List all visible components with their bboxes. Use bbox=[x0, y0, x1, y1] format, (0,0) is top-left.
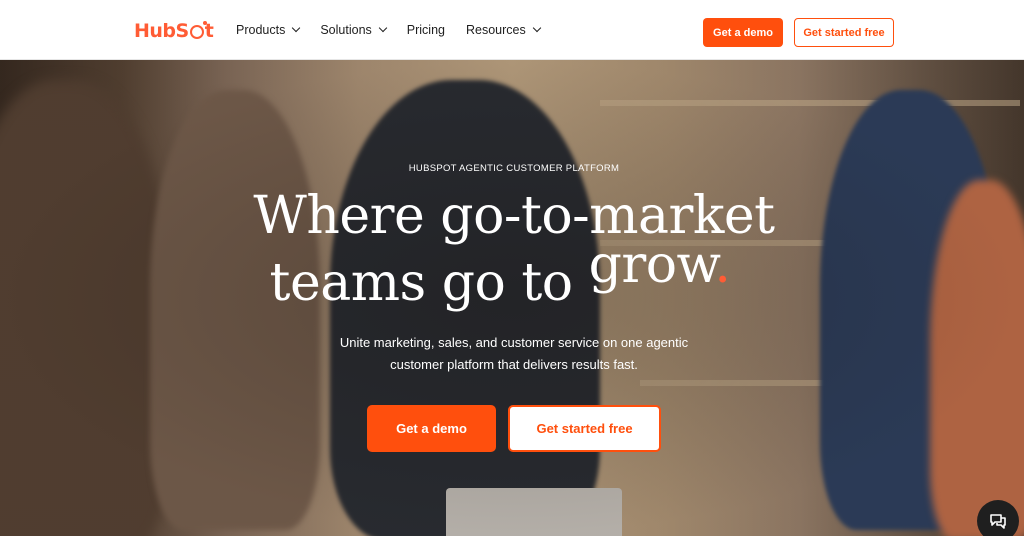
hero-get-demo-button[interactable]: Get a demo bbox=[367, 405, 496, 452]
headline-grow: grow bbox=[588, 235, 715, 295]
menu-label-resources: Resources bbox=[466, 23, 526, 37]
subtitle-line1: Unite marketing, sales, and customer ser… bbox=[339, 335, 689, 350]
hero-section: HUBSPOT AGENTIC CUSTOMER PLATFORM Where … bbox=[0, 60, 1024, 536]
menu-item-pricing[interactable]: Pricing bbox=[407, 23, 445, 37]
chevron-down-icon bbox=[378, 23, 388, 33]
menu-label-pricing: Pricing bbox=[406, 23, 445, 37]
top-navbar: Hub St Products Solutions Pricing Resourc… bbox=[0, 0, 1024, 60]
hubspot-logo[interactable]: Hub St bbox=[134, 19, 214, 43]
headline-text: teams go to bbox=[269, 253, 574, 313]
main-menu: Products Solutions Pricing Resources bbox=[236, 0, 561, 60]
hero-get-started-button[interactable]: Get started free bbox=[508, 405, 661, 452]
nav-get-demo-button[interactable]: Get a demo bbox=[703, 18, 783, 47]
logo-text-s: S bbox=[175, 20, 190, 42]
headline-dot: . bbox=[714, 235, 731, 295]
hero-headline-line2: teams go to grow. bbox=[0, 235, 1000, 314]
subtitle-line2: customer platform that delivers results … bbox=[390, 357, 638, 372]
chevron-down-icon bbox=[292, 23, 301, 33]
menu-label-products: Products bbox=[236, 23, 286, 37]
menu-item-products[interactable]: Products bbox=[236, 23, 301, 37]
chevron-down-icon bbox=[532, 23, 541, 33]
sprocket-icon bbox=[189, 21, 207, 39]
menu-item-solutions[interactable]: Solutions bbox=[320, 23, 388, 37]
hero-eyebrow: HUBSPOT AGENTIC CUSTOMER PLATFORM bbox=[408, 163, 620, 174]
menu-item-resources[interactable]: Resources bbox=[466, 23, 541, 37]
menu-label-solutions: Solutions bbox=[320, 23, 372, 37]
chat-bubble-icon bbox=[990, 514, 1006, 529]
chat-button[interactable] bbox=[977, 500, 1019, 536]
nav-get-started-button[interactable]: Get started free bbox=[794, 18, 894, 47]
hero-subtitle: Unite marketing, sales, and customer ser… bbox=[0, 332, 1024, 376]
hero-headline-line1: Where go-to-market bbox=[253, 186, 775, 246]
logo-text-hub: Hub bbox=[134, 20, 176, 42]
